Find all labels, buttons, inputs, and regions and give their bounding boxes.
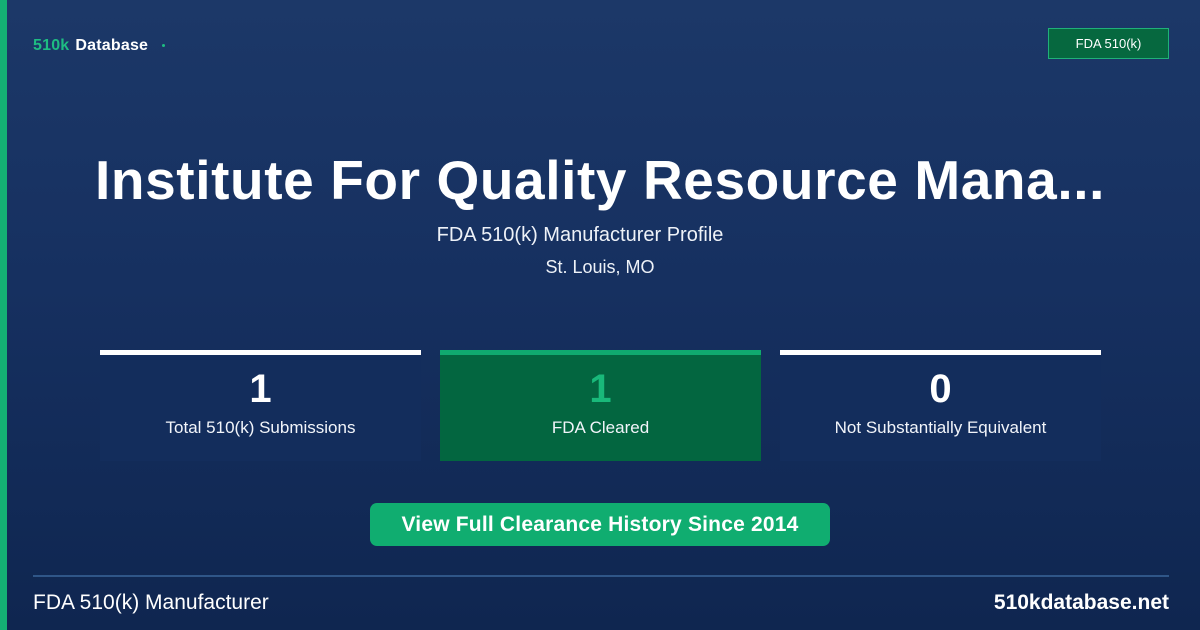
footer-category: FDA 510(k) Manufacturer — [33, 591, 269, 614]
brand-name-primary: 510k — [33, 37, 70, 54]
page-subtitle: FDA 510(k) Manufacturer Profile — [436, 224, 724, 246]
footer-site-link[interactable]: 510kdatabase.net — [994, 591, 1169, 615]
stat-value: 1 — [589, 367, 612, 411]
page-title: Institute For Quality Resource Mana... — [95, 149, 1105, 211]
fda-badge: FDA 510(k) — [1048, 28, 1169, 59]
stat-label: Total 510(k) Submissions — [165, 418, 356, 437]
brand-logo[interactable]: 510k Database — [33, 37, 166, 55]
stat-value: 1 — [249, 367, 272, 411]
stat-label: FDA Cleared — [551, 418, 650, 437]
stat-card-total-submissions: 1 Total 510(k) Submissions — [100, 350, 421, 461]
view-clearance-history-button[interactable]: View Full Clearance History Since 2014 — [370, 503, 830, 546]
stat-value: 0 — [929, 367, 952, 411]
manufacturer-location: St. Louis, MO — [545, 257, 655, 277]
footer-divider — [33, 575, 1169, 577]
brand-dot-icon — [162, 43, 166, 47]
stat-label: Not Substantially Equivalent — [834, 418, 1047, 437]
left-accent-bar — [0, 0, 7, 630]
brand-name-secondary: Database — [75, 37, 149, 54]
stat-card-fda-cleared: 1 FDA Cleared — [440, 350, 761, 461]
stat-card-not-substantially-equivalent: 0 Not Substantially Equivalent — [780, 350, 1101, 461]
